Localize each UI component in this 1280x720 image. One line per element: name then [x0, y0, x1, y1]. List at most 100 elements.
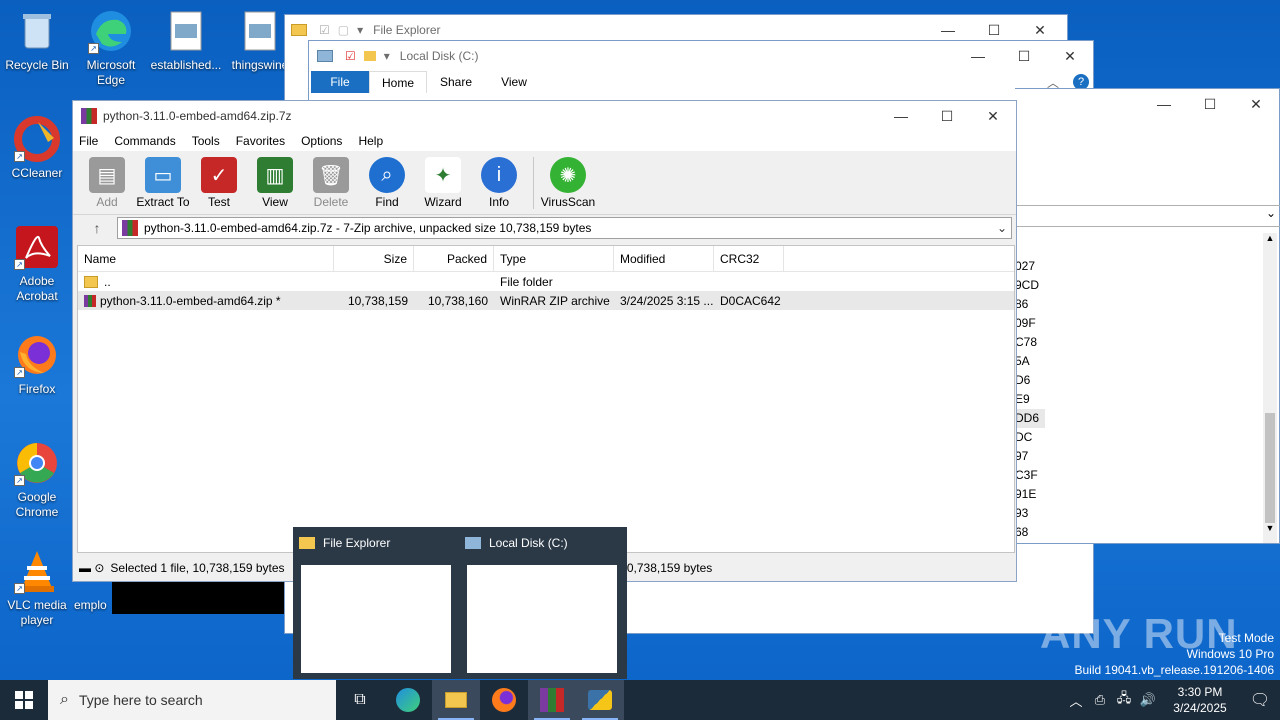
close-button[interactable]: ✕ [1233, 90, 1279, 118]
desktop-icon-label: established... [150, 58, 222, 72]
file-explorer-window-right[interactable]: — ☐ ✕ ⌄ 027 9CD 86 09F C78 5A D6 E9 DD6 DC 97 C… [1015, 88, 1280, 544]
shortcut-arrow-icon: ↗ [14, 151, 25, 162]
titlebar[interactable]: python-3.11.0-embed-amd64.zip.7z — ☐ ✕ [73, 101, 1016, 131]
start-button[interactable] [0, 680, 48, 720]
test-button[interactable]: ✓ Test [191, 157, 247, 209]
menu-commands[interactable]: Commands [114, 134, 175, 148]
menubar: File Commands Tools Favorites Options He… [73, 131, 1016, 151]
path-field[interactable]: python-3.11.0-embed-amd64.zip.7z - 7-Zip… [117, 217, 1012, 239]
quick-access-folder-icon[interactable] [363, 51, 376, 61]
scrollbar-thumb[interactable] [1265, 413, 1275, 523]
titlebar[interactable]: ☑ ▾ Local Disk (C:) — ☐ ✕ [309, 41, 1093, 71]
black-window-fragment [112, 580, 284, 614]
taskbar-firefox[interactable] [480, 680, 528, 720]
chevron-up-icon[interactable]: ︿ [1064, 691, 1088, 710]
table-row[interactable]: python-3.11.0-embed-amd64.zip * 10,738,1… [78, 291, 1014, 310]
info-button[interactable]: i Info [471, 157, 527, 209]
minimize-button[interactable]: — [955, 42, 1001, 70]
tab-home[interactable]: Home [369, 71, 427, 93]
file-list[interactable]: Name Size Packed Type Modified CRC32 .. … [77, 245, 1015, 553]
shortcut-arrow-icon: ↗ [14, 367, 25, 378]
window-title: python-3.11.0-embed-amd64.zip.7z [103, 109, 292, 123]
search-placeholder: Type here to search [78, 692, 203, 708]
tab-file[interactable]: File [311, 71, 369, 93]
desktop-icon-recycle-bin[interactable]: Recycle Bin [1, 8, 73, 73]
drive-icon [465, 537, 481, 549]
quick-access-check-icon[interactable]: ☑ [319, 23, 330, 37]
menu-file[interactable]: File [79, 134, 98, 148]
column-name[interactable]: Name [78, 246, 334, 271]
vertical-scrollbar[interactable]: ▲ ▼ [1263, 233, 1277, 543]
network-icon[interactable]: 🖧 [1112, 689, 1136, 711]
quick-access-dropdown-icon[interactable]: ▾ [384, 49, 390, 63]
quick-access-dropdown-icon[interactable]: ▾ [357, 23, 363, 37]
taskbar: ⌕ Type here to search ⧉ ︿ ⎙ 🖧 🔊 3:30 PM … [0, 680, 1280, 720]
desktop-icon-firefox[interactable]: ↗ Firefox [1, 332, 73, 397]
maximize-button[interactable]: ☐ [1001, 42, 1047, 70]
view-button[interactable]: ▥ View [247, 157, 303, 209]
maximize-button[interactable]: ☐ [924, 102, 970, 130]
up-arrow-icon[interactable]: ↑ [77, 220, 117, 236]
delete-button[interactable]: 🗑 Delete [303, 157, 359, 209]
desktop-icon-label: Google Chrome [15, 490, 59, 519]
column-crc32[interactable]: CRC32 [714, 246, 784, 271]
column-size[interactable]: Size [334, 246, 414, 271]
column-packed[interactable]: Packed [414, 246, 494, 271]
taskbar-thumbnail-popup: File Explorer Local Disk (C:) [293, 527, 627, 679]
desktop-icon-edge[interactable]: ↗ Microsoft Edge [75, 8, 147, 88]
wizard-button[interactable]: ✦ Wizard [415, 157, 471, 209]
task-view-button[interactable]: ⧉ [336, 680, 384, 720]
system-tray: ︿ ⎙ 🖧 🔊 3:30 PM 3/24/2025 🗨 [1064, 680, 1280, 720]
menu-favorites[interactable]: Favorites [236, 134, 285, 148]
desktop-icon-chrome[interactable]: ↗ Google Chrome [1, 440, 73, 520]
volume-icon[interactable]: 🔊 [1136, 692, 1160, 708]
minimize-button[interactable]: — [878, 102, 924, 130]
taskbar-edge[interactable] [384, 680, 432, 720]
desktop-icon-established[interactable]: established... [150, 8, 222, 73]
notifications-icon[interactable]: 🗨 [1240, 690, 1280, 710]
chevron-down-icon[interactable]: ⌄ [993, 221, 1011, 235]
test-mode-watermark: Test Mode Windows 10 Pro Build 19041.vb_… [1074, 631, 1275, 677]
taskbar-winrar[interactable] [528, 680, 576, 720]
extract-to-button[interactable]: ▭ Extract To [135, 157, 191, 209]
toolbar-separator [533, 157, 534, 209]
drive-icon [317, 50, 333, 62]
column-modified[interactable]: Modified [614, 246, 714, 271]
close-button[interactable]: ✕ [970, 102, 1016, 130]
address-dropdown[interactable]: ⌄ [1015, 205, 1280, 227]
thumbnail-file-explorer[interactable]: File Explorer [299, 533, 455, 673]
shortcut-arrow-icon: ↗ [14, 259, 25, 270]
folder-icon [299, 537, 315, 549]
add-button[interactable]: ▤ Add [79, 157, 135, 209]
menu-options[interactable]: Options [301, 134, 342, 148]
menu-tools[interactable]: Tools [192, 134, 220, 148]
taskbar-file-explorer[interactable] [432, 680, 480, 720]
virusscan-button[interactable]: ✺ VirusScan [540, 157, 596, 209]
tab-share[interactable]: Share [427, 75, 485, 89]
ribbon-tabs: File Home Share View ︿ ? [309, 71, 1093, 93]
close-button[interactable]: ✕ [1047, 42, 1093, 70]
device-icon[interactable]: ⎙ [1088, 692, 1112, 708]
quick-access-doc-icon[interactable]: ▢ [338, 23, 349, 37]
taskbar-python[interactable] [576, 680, 624, 720]
winrar-window[interactable]: python-3.11.0-embed-amd64.zip.7z — ☐ ✕ F… [72, 100, 1017, 582]
find-button[interactable]: ⌕ Find [359, 157, 415, 209]
table-row[interactable]: .. File folder [78, 272, 1014, 291]
menu-help[interactable]: Help [358, 134, 383, 148]
desktop-icon-ccleaner[interactable]: ↗ CCleaner [1, 116, 73, 181]
tab-view[interactable]: View [485, 75, 543, 89]
desktop-icon-vlc[interactable]: ↗ VLC media player [1, 548, 73, 628]
quick-access-check-icon[interactable]: ☑ [345, 49, 356, 63]
thumbnail-local-disk[interactable]: Local Disk (C:) [465, 533, 621, 673]
task-view-icon: ⧉ [354, 691, 366, 708]
desktop-icon-acrobat[interactable]: ↗ Adobe Acrobat [1, 224, 73, 304]
titlebar[interactable]: — ☐ ✕ [1015, 89, 1279, 119]
firefox-icon: ↗ [14, 332, 60, 378]
column-type[interactable]: Type [494, 246, 614, 271]
taskbar-search[interactable]: ⌕ Type here to search [48, 680, 336, 720]
maximize-button[interactable]: ☐ [1187, 90, 1233, 118]
clock[interactable]: 3:30 PM 3/24/2025 [1160, 684, 1240, 716]
winrar-app-icon [81, 108, 97, 124]
image-file-icon [163, 8, 209, 54]
minimize-button[interactable]: — [1141, 90, 1187, 118]
